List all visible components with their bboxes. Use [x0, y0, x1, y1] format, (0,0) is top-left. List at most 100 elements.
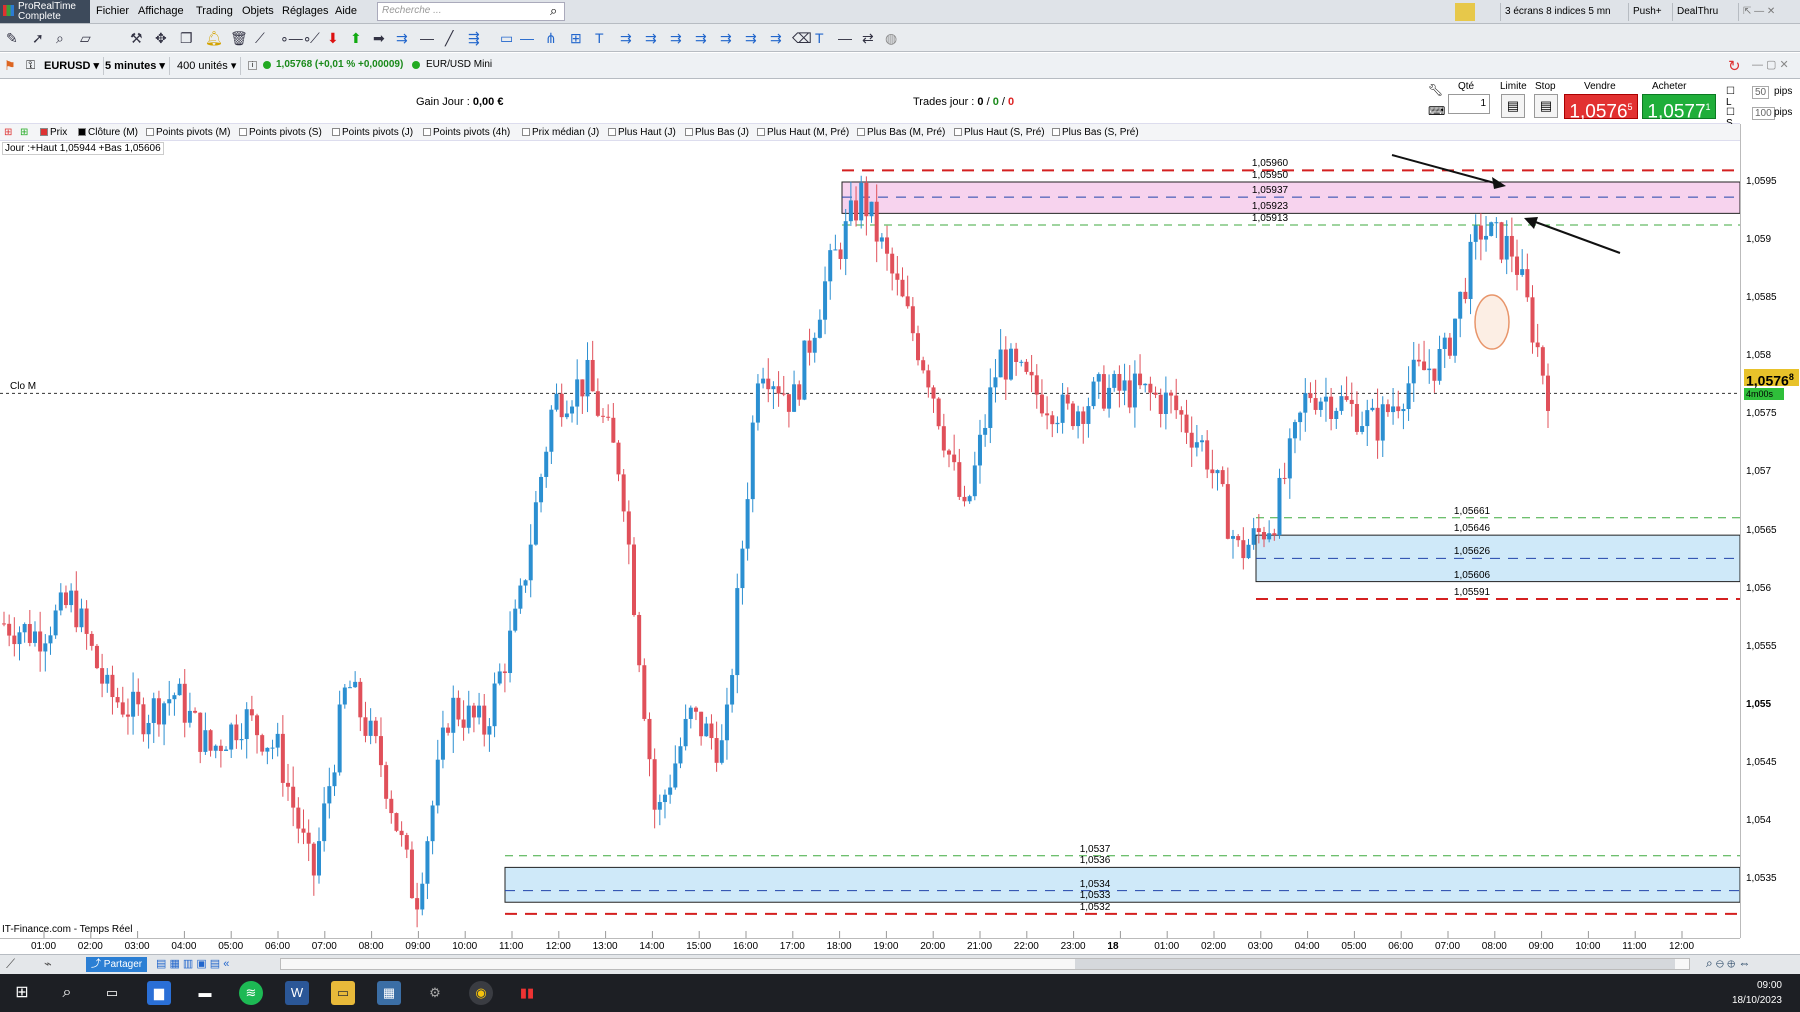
hammer-icon[interactable]: ⚒ — [130, 29, 143, 47]
windows-start-icon[interactable]: ⊞ — [10, 981, 34, 1005]
layout-icon[interactable] — [1455, 3, 1475, 21]
keyboard-icon[interactable]: ⌨ — [1428, 104, 1445, 118]
push-button[interactable]: Push+ — [1628, 3, 1666, 21]
measure-icon[interactable]: ⇄ — [862, 29, 874, 47]
strategy-icon[interactable]: ⌁ — [44, 956, 52, 972]
limit-button[interactable]: ▤ — [1501, 94, 1525, 118]
right-arrow-icon[interactable]: ➡ — [373, 29, 385, 47]
timeframe-selector[interactable]: 5 minutes ▾ — [101, 57, 170, 75]
task-view-icon[interactable]: ▭ — [100, 981, 124, 1005]
indicator-bas-j[interactable]: Plus Bas (J) — [683, 126, 749, 139]
dealthru-button[interactable]: DealThru — [1672, 3, 1722, 21]
indicator-pivots-j[interactable]: Points pivots (J) — [330, 126, 413, 139]
channel7-icon[interactable]: ⇉ — [745, 29, 757, 47]
indicator-haut-m[interactable]: Plus Haut (M, Pré) — [755, 126, 849, 139]
lock-icon[interactable]: ⚿ — [26, 58, 35, 73]
search-icon[interactable]: ⌕ — [550, 3, 557, 19]
pencil-icon[interactable]: ✎ — [6, 29, 18, 47]
add-indicator-icon[interactable]: ⊞ — [2, 126, 12, 139]
time-axis[interactable]: 01:00 02:00 03:00 04:00 05:00 06:00 07:00 08:00… — [0, 938, 1740, 954]
zoom-icon[interactable]: ⌕ — [56, 29, 64, 47]
pitchfork-icon[interactable]: ⋔ — [545, 29, 557, 47]
text2-icon[interactable]: T — [815, 29, 824, 47]
menu-aide[interactable]: Aide — [335, 5, 357, 17]
opt-l-value[interactable]: 50 — [1752, 86, 1770, 99]
wrench-icon[interactable]: 🔧︎ — [1428, 83, 1443, 97]
menu-trading[interactable]: Trading — [196, 5, 233, 17]
ray-icon[interactable]: ⟋ — [310, 29, 320, 47]
channel5-icon[interactable]: ⇉ — [695, 29, 707, 47]
price-chart[interactable] — [0, 141, 1740, 938]
text-icon[interactable]: T — [595, 29, 604, 47]
indicator-bas-m[interactable]: Plus Bas (M, Pré) — [855, 126, 945, 139]
up-arrow-icon[interactable]: ⬆ — [350, 29, 362, 47]
channel4-icon[interactable]: ⇉ — [670, 29, 682, 47]
indicator-pivots-s[interactable]: Points pivots (S) — [237, 126, 322, 139]
gann-icon[interactable]: ⊞ — [570, 29, 582, 47]
line-icon[interactable]: ⟋ — [255, 29, 265, 47]
search-input[interactable]: Recherche ... — [377, 2, 565, 21]
indicator-haut-j[interactable]: Plus Haut (J) — [606, 126, 676, 139]
indicator-bas-s[interactable]: Plus Bas (S, Pré) — [1050, 126, 1139, 139]
copy-icon[interactable]: ❐ — [180, 29, 193, 47]
buy-button[interactable]: 1,05771 — [1642, 94, 1716, 122]
screens-selector[interactable]: 3 écrans 8 indices 5 mn — [1500, 3, 1615, 21]
opt-s-value[interactable]: 100 — [1752, 107, 1775, 120]
units-selector[interactable]: 400 unités ▾ — [173, 57, 242, 75]
channel-icon[interactable]: ⇉ — [396, 29, 408, 47]
indicator-prix[interactable]: Prix — [38, 126, 67, 139]
opt-l-label[interactable]: ☐ L — [1726, 86, 1740, 108]
eraser-icon[interactable]: ⌫ — [792, 29, 812, 47]
add-overlay-icon[interactable]: ⊞ — [18, 126, 28, 139]
cursor-icon[interactable]: ➚ — [32, 29, 44, 47]
folder-dark-icon[interactable]: ▬ — [193, 981, 217, 1005]
indicator-pivots-m[interactable]: Points pivots (M) — [144, 126, 230, 139]
tools-icons[interactable]: ▤ ▦ ▥ ▣ ▤ « — [156, 957, 229, 970]
window-controls-icon[interactable]: — ▢ ✕ — [1752, 58, 1789, 71]
indicator-cloture[interactable]: Clôture (M) — [76, 126, 138, 139]
segment-icon[interactable]: ∘—∘ — [280, 29, 312, 47]
prorealtime-taskbar-icon[interactable]: ▮▮ — [515, 981, 539, 1005]
hline-icon[interactable]: — — [420, 29, 434, 47]
explorer-icon[interactable]: ▭ — [331, 981, 355, 1005]
search-taskbar-icon[interactable]: ⌕ — [55, 981, 79, 1005]
globe-icon[interactable]: ◍ — [885, 29, 897, 47]
alert-icon[interactable]: ⚑ — [4, 58, 16, 74]
quantity-field[interactable]: 1 — [1448, 94, 1490, 114]
indicator-haut-s[interactable]: Plus Haut (S, Pré) — [952, 126, 1045, 139]
chrome-icon[interactable]: ◉ — [469, 981, 493, 1005]
spotify-icon[interactable]: ≋ — [239, 981, 263, 1005]
trash-icon[interactable]: 🗑︎ — [230, 29, 248, 47]
menu-fichier[interactable]: Fichier — [96, 5, 129, 17]
bell-icon[interactable]: 🔔︎ — [205, 29, 223, 47]
channel3-icon[interactable]: ⇉ — [645, 29, 657, 47]
calculator-icon[interactable]: ▦ — [377, 981, 401, 1005]
trendline-icon[interactable]: ╱ — [445, 29, 453, 47]
indicator-median[interactable]: Prix médian (J) — [520, 126, 599, 139]
info-icon[interactable]: i — [248, 61, 257, 70]
share-button[interactable]: ⤴ Partager — [86, 957, 148, 972]
indicator-icon[interactable]: ⟋ — [6, 956, 15, 972]
window-controls[interactable]: ⇱ — ✕ — [1738, 3, 1798, 21]
sell-button[interactable]: 1,05765 — [1564, 94, 1638, 122]
app-blue-icon[interactable]: ▆ — [147, 981, 171, 1005]
zone-icon[interactable]: ▭ — [500, 29, 513, 47]
channel2-icon[interactable]: ⇉ — [620, 29, 632, 47]
symbol-selector[interactable]: EURUSD ▾ — [40, 57, 105, 75]
menu-reglages[interactable]: Réglages — [282, 5, 328, 17]
down-arrow-icon[interactable]: ⬇ — [327, 29, 339, 47]
move-icon[interactable]: ✥ — [155, 29, 167, 47]
menu-objets[interactable]: Objets — [242, 5, 274, 17]
indicator-pivots-4h[interactable]: Points pivots (4h) — [421, 126, 510, 139]
stop-button[interactable]: ▤ — [1534, 94, 1558, 118]
zoom-controls-icon[interactable]: ⌕ ⊖ ⊕ ⇔ — [1706, 956, 1750, 971]
scrollbar-thumb[interactable] — [1075, 959, 1675, 969]
channel6-icon[interactable]: ⇉ — [720, 29, 732, 47]
hline2-icon[interactable]: — — [838, 29, 852, 47]
settings-app-icon[interactable]: ⚙ — [423, 981, 447, 1005]
word-icon[interactable]: W — [285, 981, 309, 1005]
level-icon[interactable]: — — [520, 29, 534, 47]
refresh-icon[interactable]: ↻ — [1728, 57, 1741, 75]
channel8-icon[interactable]: ⇉ — [770, 29, 782, 47]
ruler-icon[interactable]: ▱ — [80, 29, 91, 47]
